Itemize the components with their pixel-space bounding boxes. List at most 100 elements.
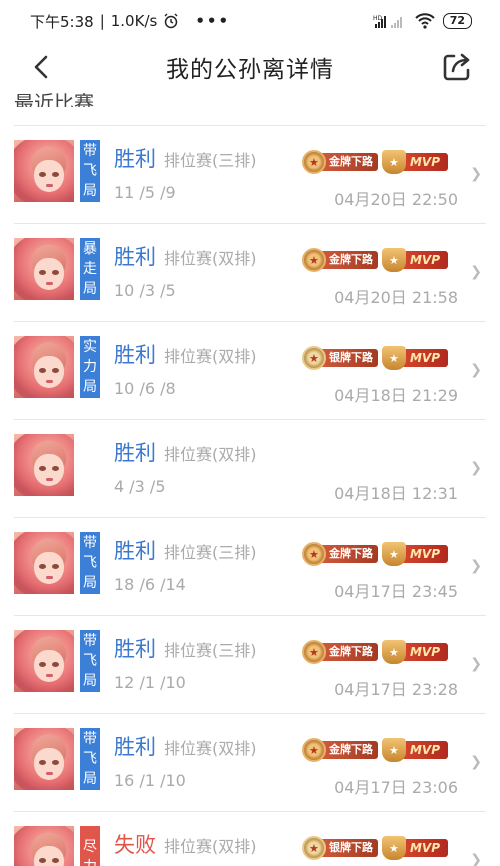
lane-badge-label: 金牌下路 (319, 153, 378, 171)
match-mode: 排位赛(双排) (164, 445, 257, 464)
back-icon[interactable] (28, 52, 56, 82)
trophy-icon: ★ (381, 738, 406, 762)
mvp-badge: ★ MVP (381, 738, 448, 762)
match-row[interactable]: 带飞局 胜利 排位赛(三排) 11 /5 /9 04月20日 22:50 ★ 金… (14, 125, 486, 223)
medal-icon: ★ (301, 738, 326, 762)
hero-portrait (14, 434, 74, 496)
chevron-right-icon[interactable]: ❯ (470, 166, 482, 182)
match-kda: 11 /5 /9 (114, 183, 176, 202)
match-result: 胜利 (114, 343, 156, 367)
chevron-right-icon[interactable]: ❯ (470, 460, 482, 476)
hero-avatar: 带飞局 (14, 532, 100, 594)
match-row[interactable]: 带飞局 胜利 排位赛(三排) 18 /6 /14 04月17日 23:45 ★ … (14, 517, 486, 615)
match-datetime: 04月17日 23:06 (334, 778, 458, 797)
match-mode: 排位赛(双排) (164, 837, 257, 856)
signal-icon: HD (373, 15, 402, 28)
match-row[interactable]: 带飞局 胜利 排位赛(双排) 16 /1 /10 04月17日 23:06 ★ … (14, 713, 486, 811)
chevron-right-icon[interactable]: ❯ (470, 362, 482, 378)
mvp-label: MVP (401, 741, 448, 759)
hero-avatar: 带飞局 (14, 630, 100, 692)
medal-icon: ★ (301, 640, 326, 664)
match-row[interactable]: 带飞局 胜利 排位赛(三排) 12 /1 /10 04月17日 23:28 ★ … (14, 615, 486, 713)
hero-avatar: 实力局 (14, 336, 100, 398)
match-tag-char: 飞 (83, 751, 97, 767)
chevron-right-icon[interactable]: ❯ (470, 558, 482, 574)
match-result: 胜利 (114, 245, 156, 269)
match-tag-char: 力 (83, 857, 97, 866)
match-tag-char: 力 (83, 359, 97, 375)
match-tag-char: 飞 (83, 163, 97, 179)
medal-icon: ★ (301, 836, 326, 860)
match-datetime: 04月18日 12:31 (334, 484, 458, 503)
match-row[interactable]: 胜利 排位赛(双排) 4 /3 /5 04月18日 12:31 ❯ (14, 419, 486, 517)
section-header: 最近比赛 (14, 91, 94, 107)
match-mode: 排位赛(双排) (164, 739, 257, 758)
battery-indicator: 72 (442, 13, 472, 29)
share-icon[interactable] (440, 50, 474, 84)
match-datetime: 04月20日 21:58 (334, 288, 458, 307)
match-tag: 带飞局 (80, 140, 100, 202)
mvp-label: MVP (401, 839, 448, 857)
lane-badge: ★ 金牌下路 (301, 738, 378, 762)
chevron-right-icon[interactable]: ❯ (470, 656, 482, 672)
match-row[interactable]: 尽力 失败 排位赛(双排) ★ 银牌下路 ★ MVP ❯ (14, 811, 486, 866)
match-mode: 排位赛(三排) (164, 151, 257, 170)
match-row[interactable]: 暴走局 胜利 排位赛(双排) 10 /3 /5 04月20日 21:58 ★ 金… (14, 223, 486, 321)
match-tag-char: 局 (83, 771, 97, 787)
hero-portrait (14, 728, 74, 790)
match-kda: 10 /6 /8 (114, 379, 176, 398)
match-tag-char: 飞 (83, 653, 97, 669)
trophy-icon: ★ (381, 836, 406, 860)
match-kda: 18 /6 /14 (114, 575, 186, 594)
match-tag-char: 带 (83, 535, 97, 551)
badge-group: ★ 银牌下路 ★ MVP (301, 836, 448, 860)
lane-badge-label: 银牌下路 (319, 839, 378, 857)
match-kda: 12 /1 /10 (114, 673, 186, 692)
trophy-icon: ★ (381, 640, 406, 664)
mvp-badge: ★ MVP (381, 346, 448, 370)
lane-badge-label: 金牌下路 (319, 545, 378, 563)
match-result: 胜利 (114, 147, 156, 171)
hero-avatar: 尽力 (14, 826, 100, 866)
hero-avatar: 暴走局 (14, 238, 100, 300)
alarm-icon (164, 13, 178, 29)
status-speed: 1.0K/s (110, 12, 158, 30)
match-result: 胜利 (114, 637, 156, 661)
lane-badge: ★ 金牌下路 (301, 150, 378, 174)
mvp-badge: ★ MVP (381, 836, 448, 860)
mvp-badge: ★ MVP (381, 248, 448, 272)
match-tag: 带飞局 (80, 630, 100, 692)
match-kda: 10 /3 /5 (114, 281, 176, 300)
more-dots-icon: ••• (195, 12, 231, 30)
chevron-right-icon[interactable]: ❯ (470, 754, 482, 770)
match-tag-char: 实 (83, 339, 97, 355)
match-result: 胜利 (114, 735, 156, 759)
trophy-icon: ★ (381, 542, 406, 566)
mvp-label: MVP (401, 349, 448, 367)
status-time: 下午5:38 (30, 12, 94, 31)
hero-avatar: 带飞局 (14, 728, 100, 790)
match-tag: 带飞局 (80, 728, 100, 790)
trophy-icon: ★ (381, 346, 406, 370)
chevron-right-icon[interactable]: ❯ (470, 852, 482, 866)
lane-badge-label: 金牌下路 (319, 643, 378, 661)
match-mode: 排位赛(三排) (164, 641, 257, 660)
wifi-icon (414, 13, 435, 29)
chevron-right-icon[interactable]: ❯ (470, 264, 482, 280)
match-tag-char: 飞 (83, 555, 97, 571)
match-datetime: 04月17日 23:45 (334, 582, 458, 601)
status-left: 下午5:38 | 1.0K/s ••• (30, 11, 230, 32)
badge-group: ★ 银牌下路 ★ MVP (301, 346, 448, 370)
match-tag-char: 暴 (83, 241, 97, 257)
match-mode: 排位赛(三排) (164, 543, 257, 562)
page-title: 我的公孙离详情 (166, 57, 334, 83)
match-tag-char: 带 (83, 633, 97, 649)
medal-icon: ★ (301, 248, 326, 272)
match-list: 带飞局 胜利 排位赛(三排) 11 /5 /9 04月20日 22:50 ★ 金… (14, 125, 486, 866)
hero-avatar: 带飞局 (14, 140, 100, 202)
match-tag: 实力局 (80, 336, 100, 398)
match-mode: 排位赛(双排) (164, 249, 257, 268)
lane-badge-label: 银牌下路 (319, 349, 378, 367)
match-tag-char: 局 (83, 575, 97, 591)
match-row[interactable]: 实力局 胜利 排位赛(双排) 10 /6 /8 04月18日 21:29 ★ 银… (14, 321, 486, 419)
